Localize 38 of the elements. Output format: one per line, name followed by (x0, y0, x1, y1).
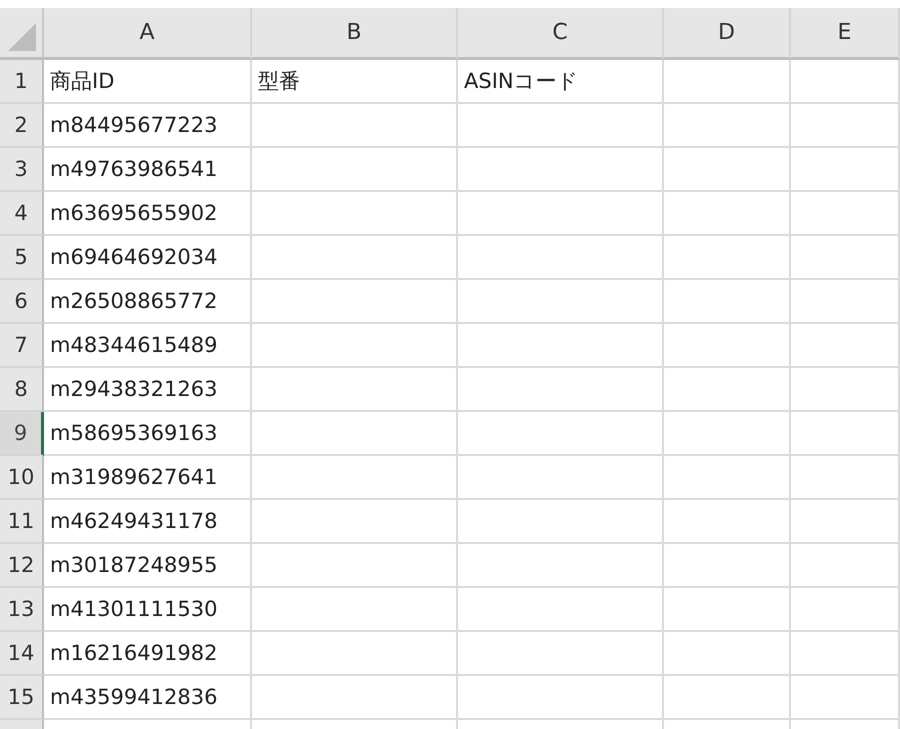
table-cell: m16216491982 (44, 632, 252, 676)
table-cell: m48344615489 (44, 324, 252, 368)
row-header[interactable]: 6 (0, 280, 44, 324)
column-header[interactable]: A (44, 8, 252, 60)
table-cell: m69464692034 (44, 236, 252, 280)
table-cell: m26508865772 (44, 280, 252, 324)
table-cell: m43599412836 (44, 676, 252, 720)
table-cell: m63695655902 (44, 192, 252, 236)
table-cell: 型番 (252, 60, 458, 104)
table-cell: m46249431178 (44, 500, 252, 544)
row-header[interactable]: 4 (0, 192, 44, 236)
row-header[interactable]: 7 (0, 324, 44, 368)
row-header[interactable]: 3 (0, 148, 44, 192)
row-header[interactable]: 14 (0, 632, 44, 676)
row-header[interactable]: 5 (0, 236, 44, 280)
table-cell: ASINコード (458, 60, 664, 104)
table-cell: m84495677223 (44, 104, 252, 148)
row-header[interactable]: 15 (0, 676, 44, 720)
table-cell: m49763986541 (44, 148, 252, 192)
column-header[interactable]: B (252, 8, 458, 60)
table-cell: m30187248955 (44, 544, 252, 588)
table-cell: 商品ID (44, 60, 252, 104)
table-cell: m41301111530 (44, 588, 252, 632)
row-header[interactable]: 12 (0, 544, 44, 588)
table-cell: m31989627641 (44, 456, 252, 500)
row-header[interactable]: 8 (0, 368, 44, 412)
table-cell: m58695369163 (44, 412, 252, 456)
row-header[interactable]: 13 (0, 588, 44, 632)
column-header[interactable]: E (791, 8, 900, 60)
row-header[interactable]: 2 (0, 104, 44, 148)
row-header[interactable]: 1 (0, 60, 44, 104)
select-all-icon[interactable] (8, 23, 36, 51)
table-cell: m29438321263 (44, 368, 252, 412)
row-header[interactable]: 11 (0, 500, 44, 544)
column-header[interactable]: D (664, 8, 791, 60)
column-header[interactable]: C (458, 8, 664, 60)
row-header[interactable]: 10 (0, 456, 44, 500)
row-header[interactable]: 9 (0, 412, 44, 456)
